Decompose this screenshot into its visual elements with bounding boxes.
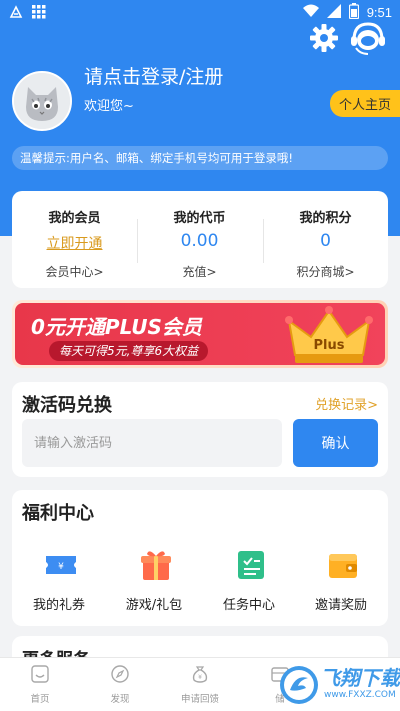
watermark-logo-icon <box>280 666 318 704</box>
welfare-label: 邀请奖励 <box>314 598 367 613</box>
nav-label: 发现 <box>110 694 130 705</box>
welfare-title: 福利中心 <box>22 503 94 524</box>
welfare-label: 游戏/礼包 <box>125 598 183 613</box>
nav-item-discover[interactable]: 发现 <box>80 664 160 710</box>
wallet-icon <box>329 554 357 578</box>
avatar[interactable] <box>12 71 72 131</box>
task-book-icon <box>238 551 264 579</box>
nav-item-apply-feedback[interactable]: ¥ 申请回馈 <box>160 664 240 710</box>
welfare-item-games[interactable]: 游戏/礼包 <box>109 548 199 618</box>
wifi-icon <box>302 4 319 21</box>
crown-icon: Plus <box>285 306 373 363</box>
sim-notification-icon <box>8 4 24 23</box>
gear-icon <box>310 24 338 52</box>
welfare-card: 福利中心 ¥ 我的礼券 游戏/礼包 任务中心 邀请奖励 <box>12 490 388 626</box>
redeem-history-link[interactable]: 兑换记录> <box>315 394 378 413</box>
welfare-item-invite[interactable]: 邀请奖励 <box>296 548 386 618</box>
banner-inner: 0元开通PLUS会员 每天可得5元,尊享6大权益 Plus <box>15 303 385 365</box>
points-mall-link[interactable]: 积分商城> <box>263 263 388 280</box>
confirm-button[interactable]: 确认 <box>293 419 378 467</box>
activation-code-input[interactable] <box>22 419 282 467</box>
recharge-link[interactable]: 充值> <box>137 263 262 280</box>
token-value: 0.00 <box>180 231 219 251</box>
headset-icon <box>351 22 385 55</box>
stat-title: 我的会员 <box>48 211 101 226</box>
money-bag-icon: ¥ <box>192 666 208 683</box>
welfare-label: 我的礼券 <box>32 598 85 613</box>
activation-title: 激活码兑换 <box>22 395 112 416</box>
stats-card: 我的会员 立即开通 会员中心> 我的代币 0.00 充值> 我的积分 0 积分商… <box>12 191 388 288</box>
points-value: 0 <box>320 231 331 251</box>
nav-item-home[interactable]: 首页 <box>0 664 80 710</box>
member-center-link[interactable]: 会员中心> <box>12 263 137 280</box>
profile-page-button[interactable]: 个人主页 <box>330 90 400 117</box>
login-tip: 温馨提示:用户名、邮箱、绑定手机号均可用于登录哦! <box>12 146 388 170</box>
cat-avatar-icon <box>14 73 70 129</box>
signal-icon <box>326 4 341 21</box>
svg-text:¥: ¥ <box>58 562 64 572</box>
watermark-text: 飞翔下载 <box>320 666 400 690</box>
membership-stat: 我的会员 立即开通 会员中心> <box>12 191 137 288</box>
welfare-label: 任务中心 <box>222 598 275 613</box>
customer-service-button[interactable] <box>348 20 388 58</box>
settings-button[interactable] <box>308 22 340 54</box>
watermark-url: www.FXXZ.COM <box>324 690 396 700</box>
grid-notification-icon <box>32 5 46 22</box>
welfare-item-tasks[interactable]: 任务中心 <box>204 548 294 618</box>
status-time: 9:51 <box>366 5 392 20</box>
nav-label: 首页 <box>30 694 50 705</box>
open-membership-link[interactable]: 立即开通 <box>12 233 137 253</box>
token-stat: 我的代币 0.00 充值> <box>137 191 262 288</box>
plus-membership-banner[interactable]: 0元开通PLUS会员 每天可得5元,尊享6大权益 Plus <box>12 300 388 368</box>
gift-box-icon <box>141 551 171 580</box>
crown-text: Plus <box>314 338 345 353</box>
welcome-text: 欢迎您~ <box>84 99 134 114</box>
status-bar: 9:51 <box>0 0 400 24</box>
compass-icon <box>111 665 129 683</box>
activation-card: 激活码兑换 兑换记录> 确认 <box>12 382 388 477</box>
stat-title: 我的积分 <box>299 211 352 226</box>
banner-title: 0元开通PLUS会员 <box>31 315 202 339</box>
watermark: 飞翔下载 www.FXXZ.COM <box>276 662 400 711</box>
home-icon <box>31 665 49 683</box>
points-stat: 我的积分 0 积分商城> <box>263 191 388 288</box>
svg-text:¥: ¥ <box>198 674 202 681</box>
welfare-item-coupons[interactable]: ¥ 我的礼券 <box>14 548 104 618</box>
login-register-link[interactable]: 请点击登录/注册 <box>84 62 223 89</box>
stat-title: 我的代币 <box>173 211 226 226</box>
coupon-icon: ¥ <box>46 556 76 574</box>
banner-subtitle: 每天可得5元,尊享6大权益 <box>49 341 209 361</box>
nav-label: 申请回馈 <box>180 694 219 705</box>
